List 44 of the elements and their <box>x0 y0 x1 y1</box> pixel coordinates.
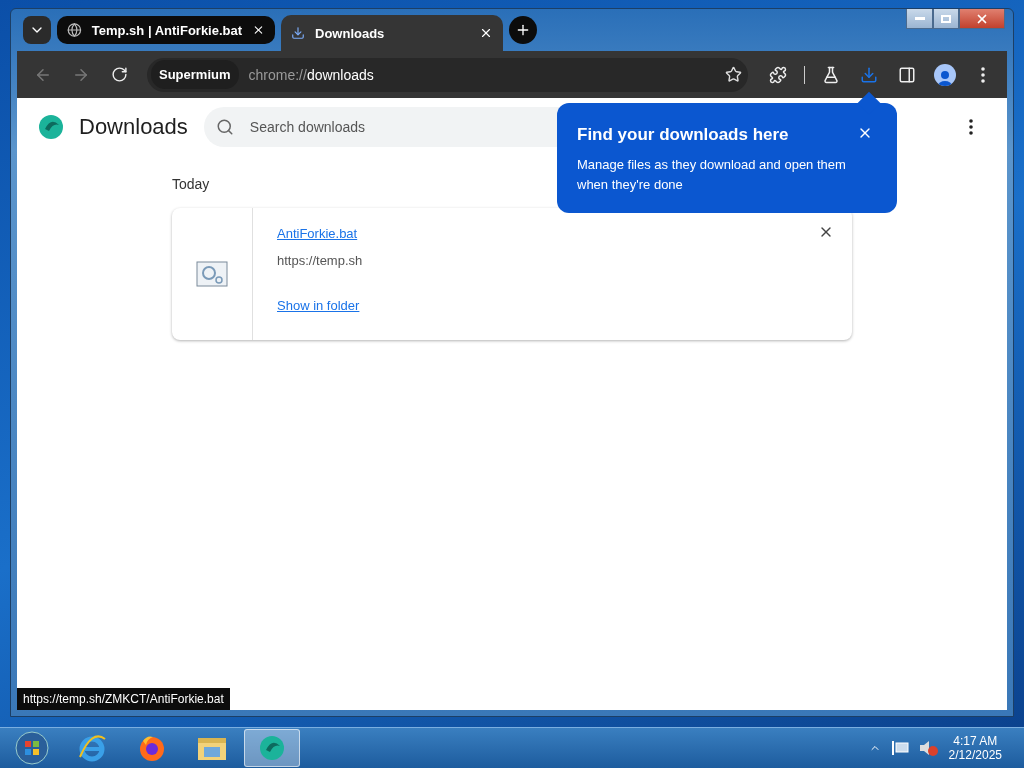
section-heading: Today <box>172 176 210 192</box>
browser-logo <box>37 113 65 141</box>
batch-file-icon <box>196 261 228 287</box>
download-icon <box>860 65 878 84</box>
menu-icon <box>981 66 985 83</box>
taskbar-button[interactable] <box>244 729 300 767</box>
minimize-button[interactable] <box>906 9 933 29</box>
flask-icon <box>822 65 840 84</box>
globe-icon <box>67 22 82 38</box>
bookmark-star-icon[interactable] <box>725 66 742 83</box>
muted-speaker-icon[interactable] <box>918 740 939 756</box>
close-button[interactable] <box>959 9 1005 29</box>
download-icon <box>291 26 305 40</box>
maximize-icon <box>941 14 951 23</box>
source-url: https://temp.sh <box>277 253 363 268</box>
tab-search-button[interactable] <box>23 16 51 44</box>
menu-icon <box>969 119 973 135</box>
plus-icon <box>515 22 531 38</box>
reload-icon <box>110 66 128 83</box>
url-text: chrome://downloads <box>248 66 375 83</box>
browser-tab[interactable]: Temp.sh | AntiForkie.bat <box>57 16 275 44</box>
network-icon[interactable] <box>890 740 909 756</box>
search-icon <box>215 118 234 136</box>
browser-tab[interactable]: Downloads <box>281 15 503 51</box>
address-bar[interactable]: Supermium chrome://downloads <box>147 57 748 92</box>
puzzle-icon <box>769 65 787 84</box>
maximize-button[interactable] <box>933 9 959 29</box>
file-name-link[interactable]: AntiForkie.bat <box>277 226 358 241</box>
side-panel-icon <box>898 65 916 84</box>
avatar-icon <box>934 63 956 86</box>
browser-logo-icon <box>258 734 286 762</box>
status-url-tooltip: https://temp.sh/ZMKCT/AntiForkie.bat <box>17 688 230 710</box>
close-icon[interactable] <box>252 23 265 37</box>
start-orb-icon <box>15 731 49 765</box>
browser-e-icon <box>77 733 107 763</box>
close-icon[interactable] <box>479 26 493 40</box>
page-title: Downloads <box>79 114 188 140</box>
site-chip[interactable]: Supermium <box>151 60 239 89</box>
bubble-text: Manage files as they download and open them when they're done <box>577 156 847 194</box>
show-in-folder-link[interactable]: Show in folder <box>277 298 360 313</box>
clock[interactable]: 4:17 AM 2/12/2025 <box>948 734 1002 762</box>
minimize-icon <box>914 17 925 20</box>
bubble-title: Find your downloads here <box>577 125 789 145</box>
new-tab-button[interactable] <box>509 16 537 44</box>
